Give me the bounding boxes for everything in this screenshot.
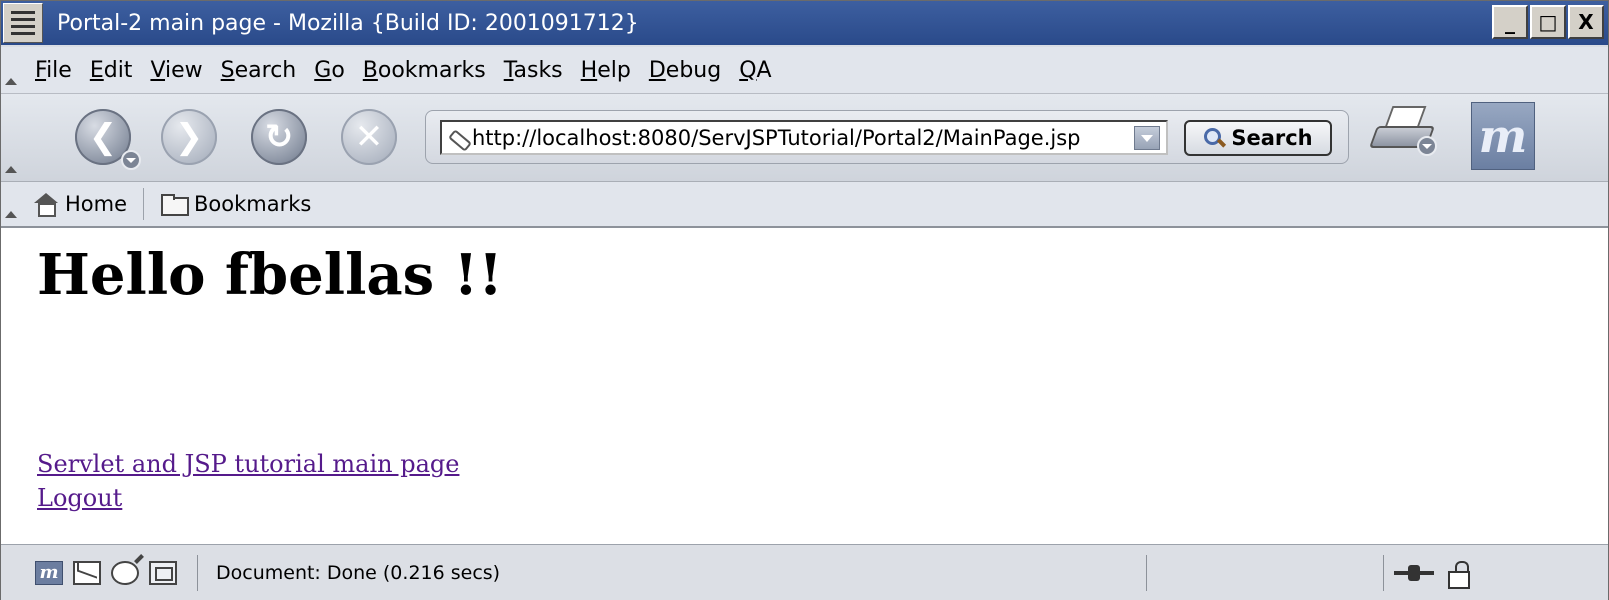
close-button[interactable]: X (1568, 5, 1604, 39)
toolbar-grip-icon[interactable] (1, 182, 17, 226)
toolbar-grip-icon[interactable] (1, 94, 17, 181)
menu-edit[interactable]: Edit (90, 58, 133, 83)
home-label: Home (65, 192, 128, 216)
page-content: Hello fbellas !! Servlet and JSP tutoria… (1, 228, 1608, 544)
composer-icon[interactable] (149, 560, 177, 585)
browser-window: Portal-2 main page - Mozilla {Build ID: … (0, 0, 1609, 600)
toolbar-separator (143, 188, 145, 220)
search-icon (1203, 127, 1225, 149)
mozilla-logo-icon[interactable]: m (1471, 102, 1535, 170)
search-button-label: Search (1231, 126, 1313, 150)
lock-icon[interactable] (1448, 560, 1470, 589)
stop-button[interactable]: ✕ (341, 109, 397, 165)
logout-link[interactable]: Logout (37, 484, 122, 512)
reload-icon: ↻ (264, 117, 294, 157)
forward-button[interactable]: ❯ (161, 109, 217, 165)
bookmarks-label: Bookmarks (194, 192, 312, 216)
bookmarks-button[interactable]: Bookmarks (160, 182, 311, 226)
status-separator (1383, 554, 1384, 591)
home-icon (33, 193, 59, 217)
back-arrow-icon: ❮ (88, 117, 118, 157)
menu-go[interactable]: Go (314, 58, 345, 83)
status-separator (1146, 554, 1147, 591)
status-separator (197, 554, 198, 591)
menu-help[interactable]: Help (581, 58, 631, 83)
window-controls: _ □ X (1492, 5, 1604, 39)
url-field[interactable]: http://localhost:8080/ServJSPTutorial/Po… (440, 120, 1168, 155)
page-heading: Hello fbellas !! (37, 242, 503, 308)
url-text[interactable]: http://localhost:8080/ServJSPTutorial/Po… (472, 126, 1134, 150)
forward-arrow-icon: ❯ (174, 117, 204, 157)
personal-toolbar: Home Bookmarks (1, 182, 1608, 228)
maximize-button[interactable]: □ (1530, 5, 1566, 39)
back-history-dropdown-icon[interactable] (121, 150, 141, 170)
system-menu-icon[interactable] (3, 3, 43, 43)
menu-view[interactable]: View (150, 58, 202, 83)
menu-debug[interactable]: Debug (649, 58, 721, 83)
status-text: Document: Done (0.216 secs) (216, 561, 501, 584)
bookmark-proxy-icon[interactable] (446, 127, 472, 149)
reload-button[interactable]: ↻ (251, 109, 307, 165)
online-icon[interactable] (1394, 563, 1434, 583)
menu-bookmarks[interactable]: Bookmarks (363, 58, 486, 83)
stop-icon: ✕ (354, 117, 384, 157)
mail-icon[interactable] (73, 560, 101, 585)
print-dropdown-icon[interactable] (1417, 136, 1437, 156)
url-bar-container: http://localhost:8080/ServJSPTutorial/Po… (425, 110, 1349, 164)
search-button[interactable]: Search (1184, 120, 1332, 156)
minimize-button[interactable]: _ (1492, 5, 1528, 39)
url-dropdown-icon[interactable] (1134, 125, 1160, 150)
menu-bar: File Edit View Search Go Bookmarks Tasks… (1, 47, 1608, 94)
folder-icon (160, 194, 190, 216)
window-title: Portal-2 main page - Mozilla {Build ID: … (57, 10, 639, 36)
menu-qa[interactable]: QA (739, 58, 771, 83)
toolbar-grip-icon[interactable] (1, 47, 17, 93)
print-button[interactable] (1368, 106, 1437, 156)
home-button[interactable]: Home (33, 182, 127, 226)
menu-tasks[interactable]: Tasks (504, 58, 563, 83)
mozilla-icon[interactable]: m (35, 560, 63, 585)
menu-file[interactable]: File (35, 58, 72, 83)
menu-search[interactable]: Search (221, 58, 297, 83)
title-bar[interactable]: Portal-2 main page - Mozilla {Build ID: … (1, 1, 1608, 45)
chat-icon[interactable] (111, 560, 139, 585)
tutorial-main-page-link[interactable]: Servlet and JSP tutorial main page (37, 450, 459, 478)
status-bar: m Document: Done (0.216 secs) (1, 544, 1608, 600)
navigation-toolbar: ❮ ❯ ↻ ✕ http://localhost:8080/ServJSPTut… (1, 94, 1608, 182)
